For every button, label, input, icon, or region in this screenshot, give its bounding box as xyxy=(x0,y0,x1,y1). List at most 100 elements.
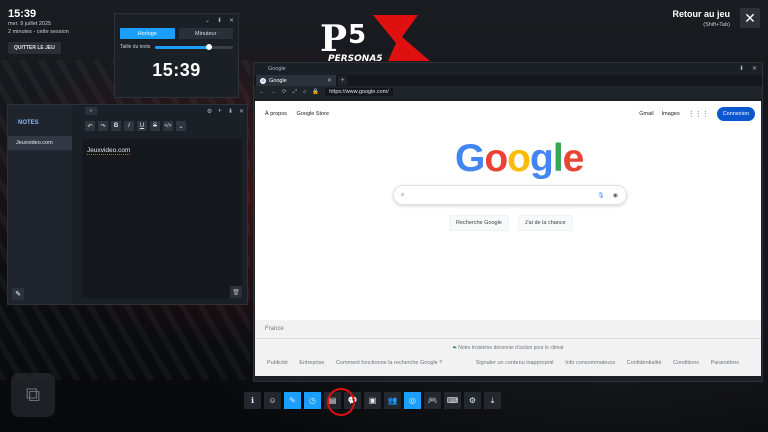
tab-clock[interactable]: Horloge xyxy=(120,28,175,39)
link-gmail[interactable]: Gmail xyxy=(639,111,653,117)
overlay-header: 15:39 mer. 9 juillet 2025 2 minutes - ce… xyxy=(8,8,69,54)
home-icon[interactable]: ⌂ xyxy=(303,89,306,95)
footer-link-settings[interactable]: Paramètres xyxy=(711,360,739,366)
return-to-game[interactable]: Retour au jeu (Shift+Tab) xyxy=(672,9,730,28)
settings-icon[interactable]: ⚙ xyxy=(464,392,481,409)
link-images[interactable]: Images xyxy=(662,111,680,117)
chevron-down-icon[interactable]: ⌄ xyxy=(205,17,210,24)
footer-link-report[interactable]: Signaler un contenu inapproprié xyxy=(476,360,554,366)
text-size-label: Taille du texte xyxy=(120,44,151,50)
overlay-session: 2 minutes - cette session xyxy=(8,29,69,35)
slider-knob[interactable] xyxy=(206,43,213,50)
leaf-icon: ❧ xyxy=(452,345,457,351)
overlay-time: 15:39 xyxy=(8,8,37,20)
link-about[interactable]: À propos xyxy=(265,111,287,117)
annotation-circle xyxy=(327,388,355,416)
settings-icon[interactable]: ⚙ xyxy=(207,108,212,115)
text-size-slider[interactable] xyxy=(154,43,233,50)
people-icon[interactable]: 👥 xyxy=(384,392,401,409)
footer-link-business[interactable]: Entreprise xyxy=(299,360,324,366)
bold-button[interactable]: B xyxy=(111,121,121,131)
underline-button[interactable]: U xyxy=(137,121,147,131)
clock-display: 15:39 xyxy=(152,60,201,80)
notes-toolbar: ↶ ↷ B I U S </> ⌄ xyxy=(82,117,247,135)
chevron-down-icon[interactable]: ⌄ xyxy=(176,121,186,131)
footer-link-privacy[interactable]: Confidentialité xyxy=(627,360,662,366)
google-search-button[interactable]: Recherche Google xyxy=(449,215,509,231)
lucky-button[interactable]: J'ai de la chance xyxy=(517,215,573,231)
trash-icon[interactable]: 🗑 xyxy=(230,286,242,298)
mic-icon[interactable]: 🎙 xyxy=(597,192,605,199)
tab-timer[interactable]: Minuteur xyxy=(178,28,233,39)
contrast-icon[interactable]: ◐ xyxy=(218,108,222,115)
clock-widget-controls: ⌄ ⬇ ✕ xyxy=(115,14,238,26)
notes-icon[interactable]: ✎ xyxy=(284,392,301,409)
footer-link-ads[interactable]: Publicité xyxy=(267,360,288,366)
browser-title: Google xyxy=(268,66,286,72)
apps-grid-icon[interactable]: ⋮⋮⋮ xyxy=(688,110,709,118)
search-input[interactable]: ⌕ 🎙 ◉ xyxy=(393,185,627,205)
note-text: Jeuxvideo.com xyxy=(87,147,131,155)
controller-overlay-icon: ⧉ xyxy=(11,373,55,417)
close-icon[interactable]: ✕ xyxy=(740,8,760,28)
collapse-icon[interactable]: « xyxy=(85,107,97,115)
pin-icon[interactable]: ⬇ xyxy=(739,65,744,72)
tab-label: Google xyxy=(269,77,287,84)
slider-fill xyxy=(154,45,210,49)
back-icon[interactable]: ← xyxy=(259,89,265,95)
edit-tools-icon[interactable]: ✎ xyxy=(12,288,24,300)
overlay-date: mer. 9 juillet 2025 xyxy=(8,21,52,27)
footer-link-terms[interactable]: Conditions xyxy=(673,360,699,366)
svg-text:5: 5 xyxy=(348,20,366,50)
note-item[interactable]: Jeuxvideo.com xyxy=(8,136,72,150)
return-shortcut: (Shift+Tab) xyxy=(703,22,730,28)
code-button[interactable]: </> xyxy=(163,121,173,131)
expand-icon[interactable]: ⤢ xyxy=(293,89,297,96)
google-logo: Google xyxy=(455,137,584,180)
link-store[interactable]: Google Store xyxy=(297,111,329,117)
quit-game-button[interactable]: QUITTER LE JEU xyxy=(8,42,61,54)
overlay-taskbar: ℹ ☺ ✎ ◷ ▤ 💬 ▣ 👥 ◎ 🎮 ⌨ ⚙ ⤓ xyxy=(244,392,501,409)
search-icon: ⌕ xyxy=(401,191,405,198)
google-favicon-icon: G xyxy=(260,77,266,84)
strikethrough-button[interactable]: S xyxy=(150,121,160,131)
close-tab-icon[interactable]: ✕ xyxy=(327,77,332,84)
close-icon[interactable]: ✕ xyxy=(229,17,234,24)
persona5-logo: P 5 PERSONA5 xyxy=(320,15,430,63)
camera-icon[interactable]: ◉ xyxy=(613,192,618,199)
note-editor[interactable]: Jeuxvideo.com xyxy=(82,139,242,298)
page-footer: France ❧ Notre troisième décennie d'acti… xyxy=(255,320,761,376)
screenshots-icon[interactable]: ▣ xyxy=(364,392,381,409)
reload-icon[interactable]: ⟳ xyxy=(282,89,287,95)
new-tab-icon[interactable]: + xyxy=(338,76,347,85)
close-icon[interactable]: ✕ xyxy=(239,108,244,115)
notes-sidebar: NOTES Jeuxvideo.com ✎ xyxy=(8,105,72,304)
italic-button[interactable]: I xyxy=(124,121,134,131)
pin-icon[interactable]: ⬇ xyxy=(228,108,233,115)
pin-icon[interactable]: ⬇ xyxy=(217,17,222,24)
info-icon[interactable]: ℹ xyxy=(244,392,261,409)
close-icon[interactable]: ✕ xyxy=(752,65,757,72)
url-bar[interactable]: https://www.google.com/ xyxy=(325,88,393,96)
footer-link-consumer[interactable]: Info consommateurs xyxy=(565,360,615,366)
browser-tab[interactable]: G Google ✕ xyxy=(256,75,336,86)
footer-link-how-search[interactable]: Comment fonctionne la recherche Google ? xyxy=(336,360,442,366)
signin-button[interactable]: Connexion xyxy=(716,107,755,121)
store-icon[interactable]: ◎ xyxy=(404,392,421,409)
google-page: À propos Google Store Gmail Images ⋮⋮⋮ C… xyxy=(255,101,761,376)
friends-icon[interactable]: ☺ xyxy=(264,392,281,409)
notes-title: NOTES xyxy=(18,120,39,126)
keyboard-icon[interactable]: ⌨ xyxy=(444,392,461,409)
eco-link[interactable]: Notre troisième décennie d'action pour l… xyxy=(458,345,563,351)
controller-icon[interactable]: 🎮 xyxy=(424,392,441,409)
clock-widget: ⌄ ⬇ ✕ Horloge Minuteur Taille du texte 1… xyxy=(114,13,239,98)
notes-widget: NOTES Jeuxvideo.com ✎ « ⚙ ◐ ⬇ ✕ ↶ ↷ B I … xyxy=(7,104,248,305)
forward-icon[interactable]: → xyxy=(271,89,277,95)
clock-icon[interactable]: ◷ xyxy=(304,392,321,409)
download-icon[interactable]: ⤓ xyxy=(484,392,501,409)
redo-icon[interactable]: ↷ xyxy=(98,121,108,131)
undo-icon[interactable]: ↶ xyxy=(85,121,95,131)
browser-window: Google ⬇ ✕ G Google ✕ + ← → ⟳ ⤢ ⌂ 🔒 http… xyxy=(253,62,763,382)
country-label: France xyxy=(255,320,761,339)
lock-icon: 🔒 xyxy=(312,89,320,95)
